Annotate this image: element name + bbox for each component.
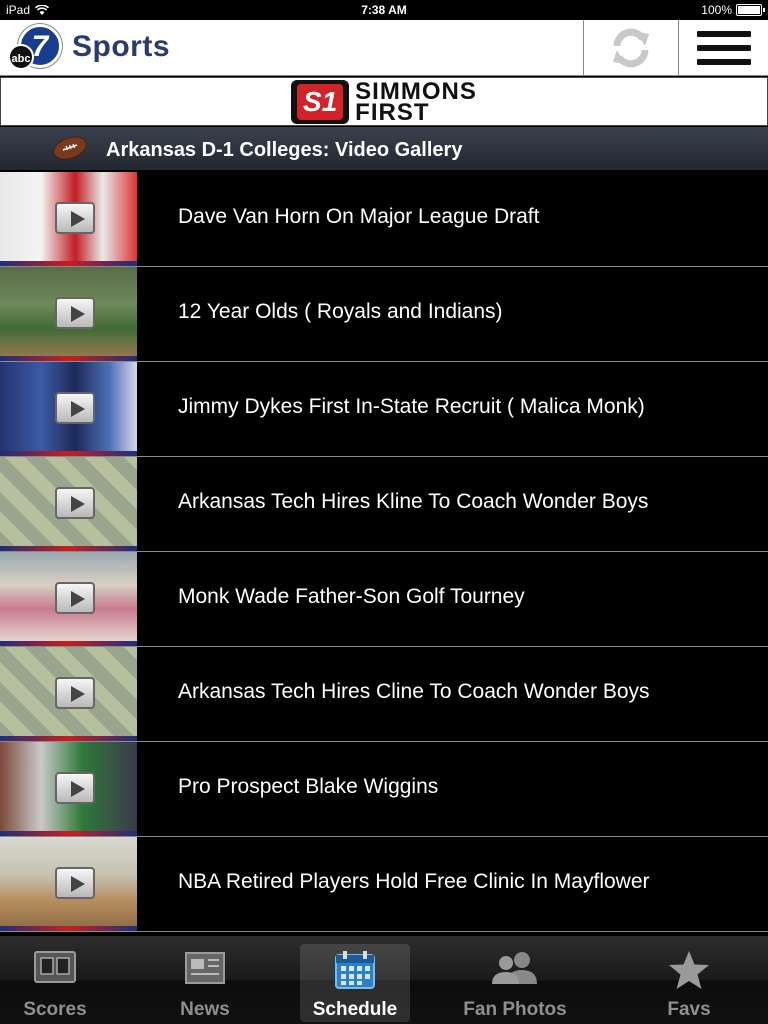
battery-percent: 100% xyxy=(701,3,732,17)
sponsor-line2: FIRST xyxy=(355,98,430,126)
newspaper-icon xyxy=(185,952,225,984)
video-row[interactable]: Jimmy Dykes First In-State Recruit ( Mal… xyxy=(0,362,768,457)
video-row[interactable]: Arkansas Tech Hires Kline To Coach Wonde… xyxy=(0,457,768,552)
sponsor-logo-mark: S1 xyxy=(291,79,350,124)
video-thumbnail xyxy=(0,742,137,836)
tab-schedule[interactable]: Schedule xyxy=(300,944,410,1022)
video-title: Pro Prospect Blake Wiggins xyxy=(178,775,439,798)
video-title: Monk Wade Father-Son Golf Tourney xyxy=(178,585,525,608)
play-icon xyxy=(55,582,95,614)
battery-icon xyxy=(736,4,765,16)
section-title: Arkansas D-1 Colleges: Video Gallery xyxy=(106,139,463,161)
status-bar: iPad 7:38 AM 100% xyxy=(0,0,768,20)
section-header: Arkansas D-1 Colleges: Video Gallery xyxy=(0,127,768,171)
tab-news[interactable]: News xyxy=(110,936,300,1024)
tab-label: Fan Photos xyxy=(463,999,567,1020)
play-icon xyxy=(55,487,95,519)
video-title: Dave Van Horn On Major League Draft xyxy=(178,205,540,228)
video-row[interactable]: NBA Retired Players Hold Free Clinic In … xyxy=(0,837,768,932)
video-row[interactable]: 12 Year Olds ( Royals and Indians) xyxy=(0,267,768,362)
status-time: 7:38 AM xyxy=(361,3,407,17)
play-icon xyxy=(55,677,95,709)
tab-label: Scores xyxy=(23,999,87,1020)
menu-button[interactable] xyxy=(678,20,768,76)
play-icon xyxy=(55,202,95,234)
sponsor-banner[interactable]: S1 SIMMONS FIRST xyxy=(0,77,768,126)
logo-abc: abc xyxy=(8,44,34,70)
tab-scores[interactable]: Scores xyxy=(0,936,110,1024)
tab-label: Favs xyxy=(667,999,711,1020)
video-row[interactable]: Monk Wade Father-Son Golf Tourney xyxy=(0,552,768,647)
video-title: Jimmy Dykes First In-State Recruit ( Mal… xyxy=(178,395,645,418)
scoreboard-icon xyxy=(34,951,76,983)
play-icon xyxy=(55,392,95,424)
video-thumbnail xyxy=(0,457,137,551)
video-thumbnail xyxy=(0,552,137,646)
video-title: Arkansas Tech Hires Cline To Coach Wonde… xyxy=(178,680,650,703)
video-thumbnail xyxy=(0,172,137,266)
video-thumbnail xyxy=(0,362,137,456)
video-row[interactable]: Dave Van Horn On Major League Draft xyxy=(0,172,768,267)
station-logo[interactable]: 7 abc xyxy=(8,24,62,72)
sponsor-name: SIMMONS FIRST xyxy=(355,79,477,126)
people-icon xyxy=(492,952,537,984)
play-icon xyxy=(55,867,95,899)
refresh-icon xyxy=(613,28,649,68)
video-row[interactable]: Arkansas Tech Hires Cline To Coach Wonde… xyxy=(0,647,768,742)
football-icon xyxy=(53,136,87,160)
video-row[interactable]: Pro Prospect Blake Wiggins xyxy=(0,742,768,837)
video-title: 12 Year Olds ( Royals and Indians) xyxy=(178,300,503,323)
play-icon xyxy=(55,772,95,804)
video-thumbnail xyxy=(0,647,137,741)
calendar-icon xyxy=(335,951,375,989)
video-title: NBA Retired Players Hold Free Clinic In … xyxy=(178,870,650,893)
video-thumbnail xyxy=(0,267,137,361)
hamburger-menu-icon xyxy=(696,31,751,65)
tab-label: News xyxy=(180,999,230,1020)
sponsor-mark-text: S1 xyxy=(297,83,344,120)
tab-label: Schedule xyxy=(312,999,398,1020)
play-icon xyxy=(55,297,95,329)
page-title: Sports xyxy=(72,30,171,63)
tab-fan-photos[interactable]: Fan Photos xyxy=(410,936,620,1024)
star-icon xyxy=(669,951,709,989)
video-list: Dave Van Horn On Major League Draft 12 Y… xyxy=(0,172,768,932)
refresh-button[interactable] xyxy=(583,20,678,76)
tab-bar: Scores News Schedule Fan Photos Favs xyxy=(0,936,768,1024)
video-thumbnail xyxy=(0,837,137,931)
video-title: Arkansas Tech Hires Kline To Coach Wonde… xyxy=(178,490,649,513)
tab-favs[interactable]: Favs xyxy=(620,936,758,1024)
app-header: 7 abc Sports xyxy=(0,20,768,76)
